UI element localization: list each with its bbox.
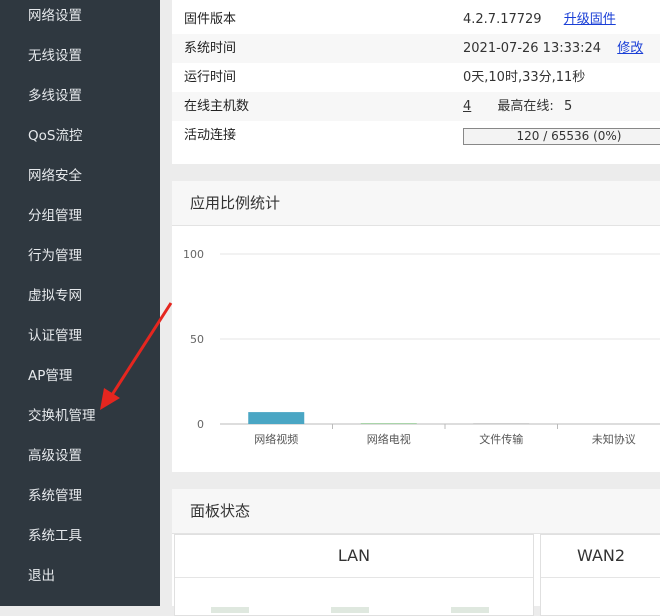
uptime-row: 运行时间 0天,10时,33分,11秒 [172, 63, 660, 92]
system-time-value-group: 2021-07-26 13:33:24 修改 [463, 34, 643, 63]
max-online-label: 最高在线: [497, 99, 554, 114]
system-info-card: 固件版本 4.2.7.17729 升级固件 系统时间 2021-07-26 13… [172, 0, 660, 164]
online-hosts-value-group: 4 最高在线: 5 [463, 92, 572, 121]
firmware-value: 4.2.7.17729 [463, 12, 542, 27]
sidebar-item-auth-management[interactable]: 认证管理 [28, 326, 82, 346]
system-time-value: 2021-07-26 13:33:24 [463, 41, 602, 56]
sidebar-item-multiline-settings[interactable]: 多线设置 [28, 86, 82, 106]
lan-port-2 [331, 607, 369, 613]
lan-port-1 [211, 607, 249, 613]
upgrade-firmware-link[interactable]: 升级固件 [564, 12, 616, 27]
connections-progress-text: 120 / 65536 (0%) [516, 129, 622, 143]
x-category-label: 未知协议 [592, 432, 636, 446]
wan2-label: WAN2 [541, 535, 660, 578]
sidebar-item-network-settings[interactable]: 网络设置 [28, 6, 82, 26]
firmware-label: 固件版本 [184, 12, 237, 27]
sidebar-item-system-management[interactable]: 系统管理 [28, 486, 82, 506]
sidebar: 网络设置 无线设置 多线设置 QoS流控 网络安全 分组管理 行为管理 虚拟专网… [0, 0, 160, 606]
y-tick-label: 50 [190, 333, 204, 346]
sidebar-item-qos[interactable]: QoS流控 [28, 126, 82, 146]
app-stats-chart: 0 50 100 网络视频 网络电视 文件传输 未知协议 [183, 248, 660, 446]
connections-progress-bar: 120 / 65536 (0%) [463, 128, 660, 145]
sidebar-item-behavior-management[interactable]: 行为管理 [28, 246, 82, 266]
bar[interactable] [360, 423, 417, 424]
bar[interactable] [473, 423, 530, 424]
active-connections-row: 活动连接 120 / 65536 (0%) [172, 121, 660, 150]
sidebar-item-network-security[interactable]: 网络安全 [28, 166, 82, 186]
panel-status-title: 面板状态 [190, 502, 251, 520]
sidebar-item-wireless-settings[interactable]: 无线设置 [28, 46, 82, 66]
lan-label: LAN [175, 535, 533, 578]
online-hosts-link[interactable]: 4 [463, 99, 471, 114]
sidebar-item-advanced-settings[interactable]: 高级设置 [28, 446, 82, 466]
firmware-value-group: 4.2.7.17729 升级固件 [463, 5, 616, 34]
app-stats-card: 应用比例统计 0 50 100 网络视频 网络电视 文件传输 未知协议 [172, 181, 660, 472]
uptime-label: 运行时间 [184, 70, 237, 85]
x-category-label: 文件传输 [479, 432, 523, 446]
y-tick-label: 100 [183, 248, 204, 261]
sidebar-item-system-tools[interactable]: 系统工具 [28, 526, 82, 546]
system-time-label: 系统时间 [184, 41, 237, 56]
sidebar-item-vpn[interactable]: 虚拟专网 [28, 286, 82, 306]
lan-panel: LAN [174, 534, 534, 616]
panel-status-card: 面板状态 LAN WAN2 [172, 489, 660, 616]
online-hosts-label: 在线主机数 [184, 99, 250, 114]
system-time-row: 系统时间 2021-07-26 13:33:24 修改 [172, 34, 660, 63]
main-content: 固件版本 4.2.7.17729 升级固件 系统时间 2021-07-26 13… [160, 0, 660, 616]
max-online-value: 5 [563, 99, 573, 114]
x-category-label: 网络视频 [254, 432, 298, 446]
wan2-panel: WAN2 [540, 534, 660, 616]
app-stats-header: 应用比例统计 [172, 181, 660, 226]
y-tick-label: 0 [197, 418, 204, 431]
sidebar-item-ap-management[interactable]: AP管理 [28, 366, 72, 386]
panel-status-header: 面板状态 [172, 489, 660, 534]
firmware-row: 固件版本 4.2.7.17729 升级固件 [172, 5, 660, 34]
app-stats-title: 应用比例统计 [190, 194, 281, 212]
sidebar-item-switch-management[interactable]: 交换机管理 [28, 406, 96, 426]
edit-time-link[interactable]: 修改 [617, 41, 643, 56]
x-category-label: 网络电视 [367, 432, 411, 446]
active-connections-label: 活动连接 [184, 128, 237, 143]
lan-port-3 [451, 607, 489, 613]
uptime-value: 0天,10时,33分,11秒 [463, 70, 586, 85]
sidebar-item-group-management[interactable]: 分组管理 [28, 206, 82, 226]
online-hosts-row: 在线主机数 4 最高在线: 5 [172, 92, 660, 121]
sidebar-item-logout[interactable]: 退出 [28, 566, 55, 586]
bar[interactable] [248, 412, 305, 424]
